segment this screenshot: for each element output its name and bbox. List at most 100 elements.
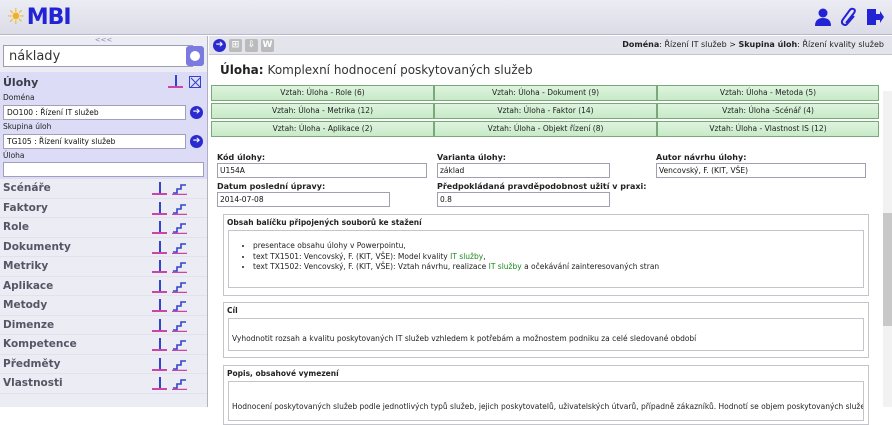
task-label: Úloha [3,151,25,160]
varianta-label: Varianta úlohy: [437,153,506,162]
sidebar-item-label: Metody [3,299,48,312]
sidebar-item[interactable]: Aplikace [0,277,207,296]
search-input[interactable] [3,45,193,67]
sidebar-item-label: Scénáře [3,182,51,195]
obsah-item: text TX1502: Vencovský, F. (KIT, VŠE): V… [253,262,863,271]
cil-text: Vyhodnotit rozsah a kvalitu poskytovanýc… [228,318,864,351]
sidebar-item-label: Dokumenty [3,240,71,253]
sidebar-item[interactable]: Vlastnosti [0,374,207,394]
close-icon[interactable] [189,75,201,88]
obsah-item-text: text TX1501: Vencovský, F. (KIT, VŠE): M… [253,251,451,261]
column-icon[interactable] [152,201,167,215]
toolbar: ➔ ⊞ ⇩ W Doména: Řízení IT služeb > Skupi… [209,36,892,55]
sidebar-item[interactable]: Dokumenty [0,238,207,257]
obsah-section: Obsah balíčku připojených souborů ke sta… [223,214,869,296]
breadcrumb-group[interactable]: Řízení kvality služeb [802,40,884,49]
chart-icon[interactable] [172,182,187,195]
varianta-field[interactable]: základ [437,163,610,178]
sidebar-item[interactable]: Dimenze [0,316,207,335]
pravd-field[interactable]: 0.8 [437,192,610,207]
column-icon[interactable] [168,75,183,88]
sidebar-item[interactable]: Faktory [0,199,207,218]
ulohy-header[interactable]: Úlohy [0,72,207,92]
column-icon[interactable] [152,377,167,390]
popis-text: Hodnocení poskytovaných služeb podle jed… [228,381,864,421]
sidebar-item[interactable]: Metriky [0,257,207,277]
word-icon[interactable]: W [261,38,274,52]
chart-icon[interactable] [172,260,187,273]
relation-button[interactable]: Vztah: Úloha - Metrika (12) [211,103,434,119]
sidebar-item[interactable]: Předměty [0,355,207,374]
kod-field[interactable]: U154A [217,163,427,178]
sidebar-item-label: Faktory [3,201,48,214]
page-title: Úloha: Komplexní hodnocení poskytovaných… [209,55,892,84]
main-panel: ➔ ⊞ ⇩ W Doména: Řízení IT služeb > Skupi… [209,36,892,425]
user-icon[interactable] [812,6,834,28]
relation-button[interactable]: Vztah: Úloha - Dokument (9) [434,85,657,101]
relation-button[interactable]: Vztah: Úloha - Vlastnost IS (12) [657,121,879,137]
scrollbar[interactable] [883,91,892,407]
sidebar-nav: Scénáře Faktory Role Dokumenty Metriky Aplika… [0,179,207,394]
relation-button[interactable]: Vztah: Úloha - Aplikace (2) [211,121,434,137]
collapse-sidebar-button[interactable]: <<< [0,36,207,45]
group-label: Skupina úloh [3,122,52,131]
group-go-icon[interactable]: ➔ [190,134,203,148]
column-icon[interactable] [152,318,167,332]
relation-button[interactable]: Vztah: Úloha - Metoda (5) [657,85,879,101]
relation-button[interactable]: Vztah: Úloha - Faktor (14) [434,103,657,119]
cil-title: Cíl [227,306,238,315]
sidebar-item[interactable]: Scénáře [0,179,207,199]
relation-button[interactable]: Vztah: Úloha - Objekt řízení (8) [434,121,657,137]
column-icon[interactable] [152,279,167,293]
chart-icon[interactable] [172,358,187,371]
app-header: ☀ MBI [0,0,892,35]
column-icon[interactable] [152,338,167,351]
app-logo[interactable]: ☀ MBI [6,4,72,31]
chart-icon[interactable] [172,221,187,234]
column-icon[interactable] [152,299,167,312]
obsah-item-text: text TX1502: Vencovský, F. (KIT, VŠE): V… [253,262,489,271]
sidebar-item-label: Kompetence [3,338,77,351]
sidebar-item[interactable]: Role [0,218,207,238]
kod-label: Kód úlohy: [217,153,266,162]
task-field[interactable] [3,161,204,177]
relation-button[interactable]: Vztah: Úloha - Role (6) [211,85,434,101]
relation-button[interactable]: Vztah: Úloha -Scénář (4) [657,103,879,119]
autor-field[interactable]: Vencovský, F. (KIT, VŠE) [656,163,866,178]
obsah-item: text TX1501: Vencovský, F. (KIT, VŠE): M… [253,252,863,261]
column-icon[interactable] [152,182,167,195]
download-icon[interactable]: ⇩ [245,38,258,52]
chart-icon[interactable] [172,377,187,390]
chart-icon[interactable] [172,319,187,332]
tree-icon[interactable]: ⊞ [229,38,242,52]
cil-section: Cíl Vyhodnotit rozsah a kvalitu poskytov… [223,302,869,358]
domain-field[interactable]: DO100 : Řízení IT služeb [3,104,186,120]
column-icon[interactable] [152,357,167,371]
datum-field[interactable]: 2014-07-08 [217,192,390,207]
group-field[interactable]: TG105 : Řízení kvality služeb [3,133,186,149]
chart-icon[interactable] [172,338,187,351]
breadcrumb-domain[interactable]: Řízení IT služeb [664,40,726,49]
sidebar-item[interactable]: Kompetence [0,335,207,355]
column-icon[interactable] [152,260,167,273]
domain-go-icon[interactable]: ➔ [190,105,203,119]
chart-icon[interactable] [172,241,187,254]
logout-icon[interactable] [864,6,886,28]
scrollbar-thumb[interactable] [883,213,892,326]
paperclip-icon[interactable] [838,6,860,28]
column-icon[interactable] [152,221,167,234]
search-toggle-icon[interactable] [186,46,204,66]
domain-label: Doména [3,93,35,102]
datum-label: Datum poslední úpravy: [217,182,326,191]
go-icon[interactable]: ➔ [213,38,226,52]
chart-icon[interactable] [172,299,187,312]
chart-icon[interactable] [172,202,187,215]
obsah-item-suffix: , [483,251,486,261]
page-title-label: Úloha: [220,62,264,77]
obsah-item-highlight: IT služby [450,251,484,261]
obsah-item: presentace obsahu úlohy v Powerpointu, [253,241,863,250]
chart-icon[interactable] [172,280,187,293]
column-icon[interactable] [152,240,167,254]
task-form: Kód úlohy: U154A Varianta úlohy: základ … [214,152,874,425]
sidebar-item[interactable]: Metody [0,296,207,316]
